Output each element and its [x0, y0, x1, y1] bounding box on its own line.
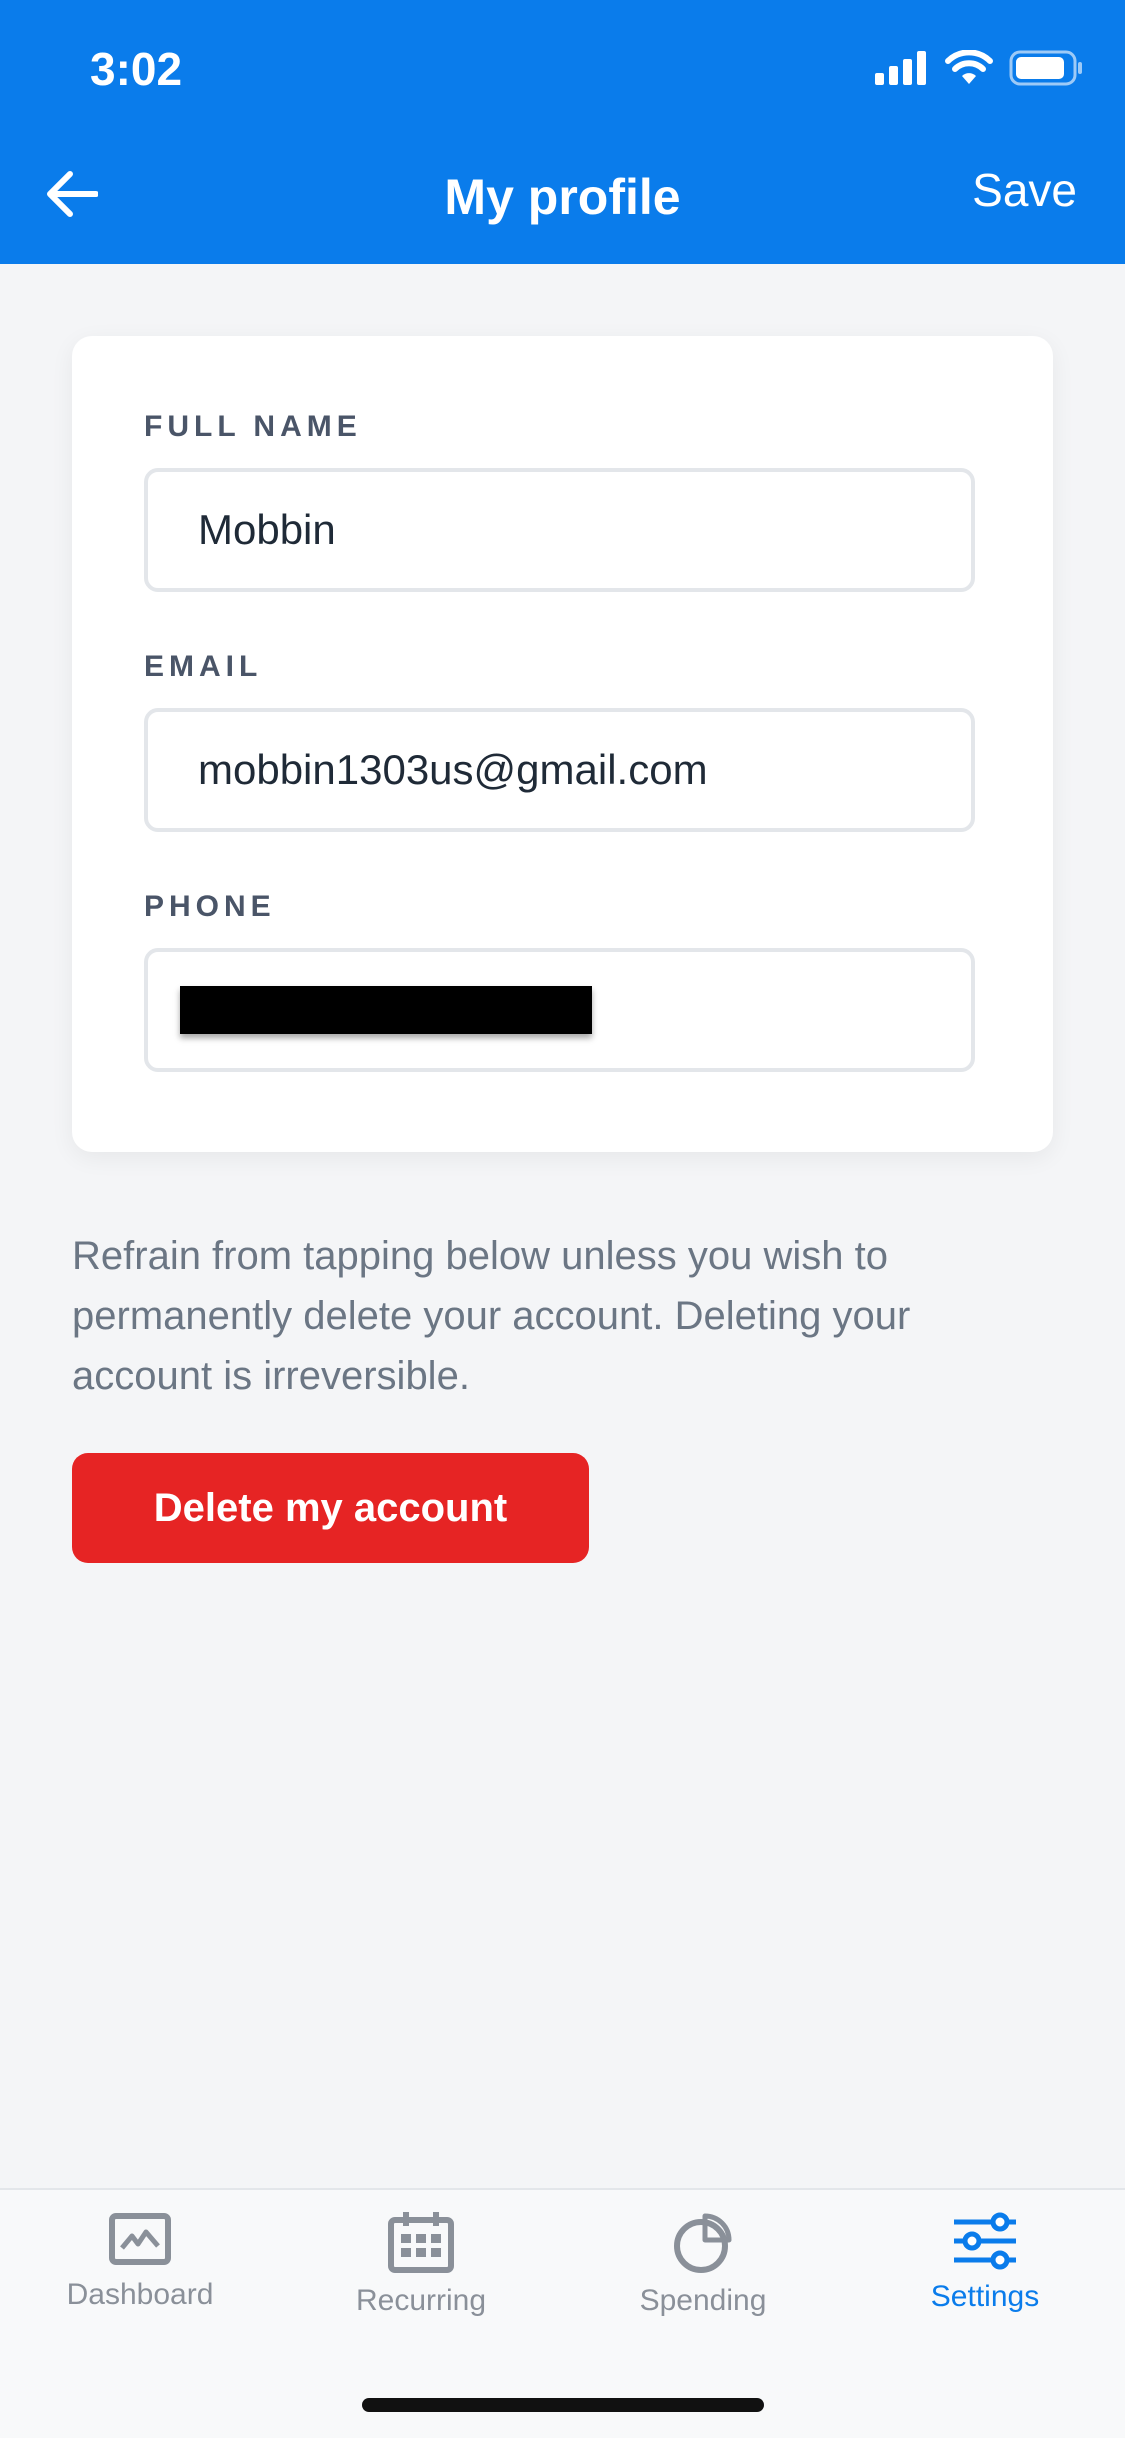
tab-dashboard[interactable]: Dashboard — [0, 2212, 280, 2342]
delete-warning-text: Refrain from tapping below unless you wi… — [72, 1234, 911, 1398]
email-field[interactable]: mobbin1303us@gmail.com — [144, 708, 975, 832]
full-name-value: Mobbin — [198, 506, 336, 553]
battery-icon — [1009, 50, 1082, 86]
profile-card: FULL NAME Mobbin EMAIL mobbin1303us@gmai… — [72, 336, 1053, 1152]
phone-label: PHONE — [144, 890, 276, 923]
tab-settings[interactable]: Settings — [845, 2212, 1125, 2342]
home-indicator — [362, 2398, 764, 2412]
status-time: 3:02 — [90, 43, 183, 95]
tab-label: Recurring — [355, 2284, 487, 2317]
tab-spending[interactable]: Spending — [563, 2212, 843, 2342]
wifi-icon — [945, 50, 993, 84]
app-header: 3:02 My profile Save — [0, 0, 1125, 264]
dashboard-icon — [109, 2213, 171, 2265]
sliders-icon — [954, 2212, 1016, 2270]
tab-label: Settings — [930, 2280, 1040, 2313]
pie-chart-icon — [674, 2213, 732, 2273]
redacted-phone-value — [180, 986, 592, 1034]
page-title: My profile — [444, 169, 681, 225]
phone-field[interactable] — [144, 948, 975, 1072]
full-name-field[interactable]: Mobbin — [144, 468, 975, 592]
email-label: EMAIL — [144, 650, 263, 683]
status-icons — [875, 50, 1083, 86]
delete-account-button[interactable]: Delete my account — [72, 1453, 589, 1563]
email-value: mobbin1303us@gmail.com — [198, 746, 708, 793]
signal-icon — [875, 51, 926, 85]
save-button[interactable]: Save — [972, 163, 1077, 217]
tab-label: Spending — [639, 2284, 767, 2317]
calendar-icon — [388, 2212, 454, 2273]
full-name-label: FULL NAME — [144, 410, 362, 443]
tab-label: Dashboard — [66, 2278, 214, 2311]
tab-recurring[interactable]: Recurring — [281, 2212, 561, 2342]
